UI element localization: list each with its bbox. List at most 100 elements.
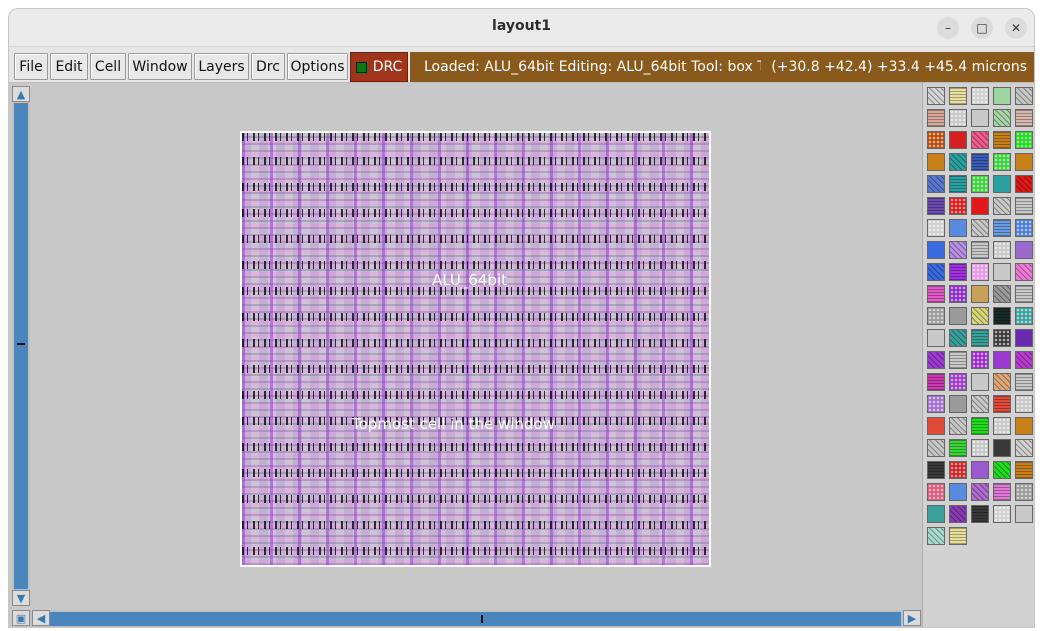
layout-canvas[interactable]: ▲ ▼ ▣ ◀ ▶ ALU_64bit Topmost cell in the … — [9, 83, 922, 627]
menu-layers[interactable]: Layers — [194, 53, 249, 80]
scroll-right-button[interactable]: ▶ — [903, 610, 921, 626]
layer-swatch[interactable] — [927, 285, 945, 303]
menu-options[interactable]: Options — [287, 53, 348, 80]
layer-swatch[interactable] — [949, 461, 967, 479]
layer-swatch[interactable] — [971, 197, 989, 215]
layer-swatch[interactable] — [927, 417, 945, 435]
layer-swatch[interactable] — [949, 483, 967, 501]
layer-swatch[interactable] — [993, 307, 1011, 325]
layer-swatch[interactable] — [949, 395, 967, 413]
layer-swatch[interactable] — [971, 219, 989, 237]
layer-swatch[interactable] — [949, 131, 967, 149]
layer-swatch[interactable] — [1015, 373, 1033, 391]
layer-swatch[interactable] — [1015, 285, 1033, 303]
layer-swatch[interactable] — [971, 175, 989, 193]
layer-swatch[interactable] — [949, 285, 967, 303]
cell-layout-view[interactable]: ALU_64bit Topmost cell in the window — [240, 131, 711, 567]
layer-swatch[interactable] — [949, 241, 967, 259]
layer-swatch[interactable] — [1015, 87, 1033, 105]
layer-swatch[interactable] — [949, 109, 967, 127]
layer-swatch[interactable] — [949, 153, 967, 171]
layer-swatch[interactable] — [993, 263, 1011, 281]
layer-swatch[interactable] — [993, 109, 1011, 127]
layer-swatch[interactable] — [949, 307, 967, 325]
scroll-down-button[interactable]: ▼ — [12, 590, 30, 606]
layer-swatch[interactable] — [993, 417, 1011, 435]
layer-swatch[interactable] — [927, 109, 945, 127]
layer-swatch[interactable] — [927, 131, 945, 149]
layer-swatch[interactable] — [927, 197, 945, 215]
layer-swatch[interactable] — [949, 439, 967, 457]
layer-swatch[interactable] — [993, 483, 1011, 501]
layer-swatch[interactable] — [993, 285, 1011, 303]
layer-swatch[interactable] — [1015, 417, 1033, 435]
layer-swatch[interactable] — [993, 153, 1011, 171]
layer-swatch[interactable] — [993, 219, 1011, 237]
layer-swatch[interactable] — [949, 263, 967, 281]
menu-edit[interactable]: Edit — [50, 53, 88, 80]
layer-swatch[interactable] — [927, 153, 945, 171]
layer-swatch[interactable] — [993, 175, 1011, 193]
layer-swatch[interactable] — [971, 263, 989, 281]
scroll-left-button[interactable]: ◀ — [32, 610, 50, 626]
layer-swatch[interactable] — [949, 373, 967, 391]
horizontal-scrollbar[interactable]: ▣ ◀ ▶ — [12, 610, 922, 627]
layer-swatch[interactable] — [1015, 461, 1033, 479]
layer-swatch[interactable] — [993, 395, 1011, 413]
layer-swatch[interactable] — [927, 483, 945, 501]
layer-swatch[interactable] — [1015, 219, 1033, 237]
layer-swatch[interactable] — [927, 219, 945, 237]
layer-swatch[interactable] — [1015, 197, 1033, 215]
layer-swatch[interactable] — [971, 87, 989, 105]
scroll-up-button[interactable]: ▲ — [12, 86, 30, 102]
layer-swatch[interactable] — [927, 175, 945, 193]
layer-swatch[interactable] — [993, 505, 1011, 523]
minimize-button[interactable]: – — [937, 17, 959, 39]
layer-swatch[interactable] — [927, 307, 945, 325]
vertical-scroll-track[interactable] — [14, 103, 28, 589]
layer-swatch[interactable] — [1015, 175, 1033, 193]
layer-swatch[interactable] — [927, 505, 945, 523]
layer-swatch[interactable] — [971, 285, 989, 303]
layer-swatch[interactable] — [949, 351, 967, 369]
layer-swatch[interactable] — [1015, 263, 1033, 281]
layer-swatch[interactable] — [927, 241, 945, 259]
layer-swatch[interactable] — [971, 153, 989, 171]
zoom-box-button[interactable]: ▣ — [12, 610, 30, 626]
layer-swatch[interactable] — [1015, 505, 1033, 523]
layer-swatch[interactable] — [993, 373, 1011, 391]
drc-toggle-button[interactable]: DRC — [350, 52, 408, 82]
vertical-scrollbar[interactable]: ▲ ▼ — [12, 86, 30, 606]
layer-swatch[interactable] — [927, 87, 945, 105]
close-button[interactable]: ✕ — [1005, 17, 1027, 39]
layer-swatch[interactable] — [1015, 109, 1033, 127]
layer-swatch[interactable] — [1015, 395, 1033, 413]
layer-swatch[interactable] — [1015, 439, 1033, 457]
layer-swatch[interactable] — [949, 87, 967, 105]
layer-swatch[interactable] — [971, 109, 989, 127]
layer-swatch[interactable] — [993, 329, 1011, 347]
layer-swatch[interactable] — [971, 395, 989, 413]
layer-swatch[interactable] — [1015, 329, 1033, 347]
layer-swatch[interactable] — [993, 197, 1011, 215]
layer-swatch[interactable] — [993, 241, 1011, 259]
layer-swatch[interactable] — [1015, 351, 1033, 369]
layer-swatch[interactable] — [927, 439, 945, 457]
layer-swatch[interactable] — [1015, 307, 1033, 325]
layer-swatch[interactable] — [971, 373, 989, 391]
layer-swatch[interactable] — [971, 439, 989, 457]
layer-swatch[interactable] — [971, 307, 989, 325]
layer-swatch[interactable] — [971, 461, 989, 479]
layer-swatch[interactable] — [1015, 153, 1033, 171]
layer-swatch[interactable] — [993, 439, 1011, 457]
layer-swatch[interactable] — [927, 373, 945, 391]
layer-swatch[interactable] — [927, 263, 945, 281]
layer-swatch[interactable] — [971, 351, 989, 369]
layer-swatch[interactable] — [927, 351, 945, 369]
horizontal-scroll-thumb[interactable] — [481, 615, 483, 623]
layer-swatch[interactable] — [1015, 241, 1033, 259]
layer-swatch[interactable] — [927, 461, 945, 479]
layer-swatch[interactable] — [971, 241, 989, 259]
maximize-button[interactable]: □ — [971, 17, 993, 39]
layer-swatch[interactable] — [1015, 483, 1033, 501]
